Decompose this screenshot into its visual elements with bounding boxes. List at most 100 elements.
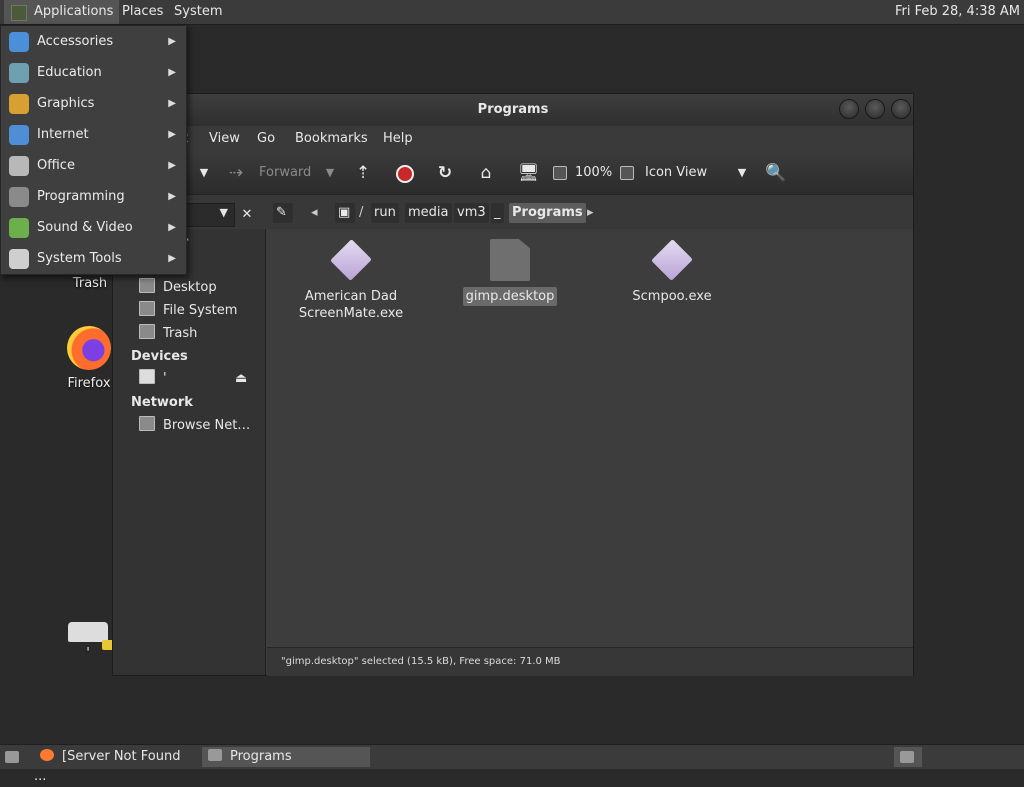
back-history-dropdown-icon[interactable]: ▼ xyxy=(195,164,213,182)
menu-item-education[interactable]: Education ▶ xyxy=(1,57,186,88)
workspace-switcher[interactable] xyxy=(894,747,922,767)
file-name: gimp.desktop xyxy=(462,287,558,306)
sidebar-item-label: Desktop xyxy=(163,280,217,295)
menu-item-programming[interactable]: Programming ▶ xyxy=(1,181,186,212)
menu-bookmarks[interactable]: Bookmarks xyxy=(295,126,368,152)
submenu-arrow-icon: ▶ xyxy=(168,67,176,78)
taskbar-programs[interactable]: Programs xyxy=(202,747,370,767)
taskbar-label: Programs xyxy=(230,749,292,764)
computer-icon[interactable]: 🖥 xyxy=(518,164,540,182)
menu-item-label: Programming xyxy=(37,189,125,204)
sidebar-item-trash[interactable]: Trash xyxy=(139,324,197,344)
distro-logo-icon xyxy=(11,5,27,21)
accessories-icon xyxy=(9,32,29,52)
education-icon xyxy=(9,63,29,83)
menu-help[interactable]: Help xyxy=(383,126,413,152)
desktop-drive[interactable]: ' xyxy=(60,616,116,661)
system-menu-button[interactable]: System xyxy=(168,0,228,24)
path-root-icon[interactable]: ▣ xyxy=(335,203,355,223)
executable-icon xyxy=(330,239,372,281)
taskbar-firefox[interactable]: [Server Not Found ... xyxy=(34,747,194,784)
taskbar-label: [Server Not Found ... xyxy=(34,749,181,784)
sidebar-item-file-system[interactable]: File System xyxy=(139,301,237,321)
reload-icon[interactable]: ↻ xyxy=(436,164,454,182)
sidebar-item-desktop[interactable]: Desktop xyxy=(139,278,217,298)
file-item[interactable]: American Dad ScreenMate.exe xyxy=(286,229,416,323)
graphics-icon xyxy=(9,94,29,114)
folder-icon xyxy=(208,749,222,761)
places-sidebar: ▼ ✕ er 3 Desktop File System Trash Devic… xyxy=(113,203,266,675)
crumb-run[interactable]: run xyxy=(371,203,399,223)
forward-history-dropdown-icon[interactable]: ▼ xyxy=(321,164,339,182)
sidebar-devices-heading: Devices xyxy=(131,349,188,364)
document-icon xyxy=(490,239,530,281)
crumb-media[interactable]: media xyxy=(405,203,452,223)
view-mode-select[interactable]: Icon View xyxy=(645,152,707,194)
submenu-arrow-icon: ▶ xyxy=(168,129,176,140)
zoom-out-icon[interactable] xyxy=(553,166,567,180)
network-icon xyxy=(139,416,155,431)
system-tools-icon xyxy=(9,249,29,269)
firefox-icon xyxy=(40,749,54,761)
file-item[interactable]: Scmpoo.exe xyxy=(607,229,737,306)
sound-video-icon xyxy=(9,218,29,238)
close-window-button[interactable] xyxy=(891,99,911,119)
crumb-vm3[interactable]: vm3 xyxy=(454,203,489,223)
path-scroll-left-icon[interactable]: ◂ xyxy=(311,203,318,223)
show-desktop-button[interactable] xyxy=(2,747,22,767)
submenu-arrow-icon: ▶ xyxy=(168,160,176,171)
menu-item-label: Education xyxy=(37,65,102,80)
menu-item-label: Accessories xyxy=(37,34,114,49)
places-menu-button[interactable]: Places xyxy=(116,0,169,24)
sidebar-item-label: Browse Net… xyxy=(163,418,251,433)
search-icon[interactable]: 🔍 xyxy=(765,164,786,182)
menu-item-accessories[interactable]: Accessories ▶ xyxy=(1,26,186,57)
menu-item-graphics[interactable]: Graphics ▶ xyxy=(1,88,186,119)
toggle-location-icon[interactable]: ✎ xyxy=(273,203,293,223)
applications-menu-button[interactable]: Applications xyxy=(4,0,120,24)
trash-icon xyxy=(139,324,155,339)
menu-item-office[interactable]: Office ▶ xyxy=(1,150,186,181)
chevron-down-icon: ▼ xyxy=(219,206,228,219)
crumb-programs[interactable]: Programs xyxy=(509,203,586,223)
top-panel: Applications Places System Fri Feb 28, 4… xyxy=(0,0,1024,25)
window-menubar: t View Go Bookmarks Help xyxy=(113,126,913,152)
view-mode-dropdown-icon[interactable]: ▼ xyxy=(733,164,751,182)
file-view[interactable]: American Dad ScreenMate.exe gimp.desktop… xyxy=(267,229,913,647)
menu-item-system-tools[interactable]: System Tools ▶ xyxy=(1,243,186,274)
forward-button[interactable]: Forward xyxy=(259,152,311,194)
maximize-button[interactable] xyxy=(865,99,885,119)
menu-item-label: Office xyxy=(37,158,75,173)
applications-label: Applications xyxy=(34,4,114,19)
menu-item-label: Internet xyxy=(37,127,89,142)
eject-icon[interactable]: ⏏ xyxy=(235,369,247,389)
menu-view[interactable]: View xyxy=(209,126,240,152)
crumb-ellipsis[interactable]: _ xyxy=(491,203,504,223)
window-titlebar[interactable]: Programs xyxy=(113,94,913,126)
firefox-icon xyxy=(67,326,111,370)
zoom-level: 100% xyxy=(575,165,613,180)
menu-item-sound-video[interactable]: Sound & Video ▶ xyxy=(1,212,186,243)
menu-go[interactable]: Go xyxy=(257,126,275,152)
stop-icon[interactable] xyxy=(396,165,414,183)
menu-item-label: Graphics xyxy=(37,96,95,111)
drive-icon xyxy=(68,622,114,650)
status-bar: "gimp.desktop" selected (15.5 kB), Free … xyxy=(267,647,913,676)
clock[interactable]: Fri Feb 28, 4:38 AM xyxy=(895,0,1020,24)
sidebar-item-device[interactable]: ' xyxy=(139,369,167,389)
menu-item-label: System Tools xyxy=(37,251,122,266)
menu-item-internet[interactable]: Internet ▶ xyxy=(1,119,186,150)
up-arrow-icon[interactable]: ⇡ xyxy=(354,164,372,182)
drive-icon xyxy=(139,369,155,384)
file-item-selected[interactable]: gimp.desktop xyxy=(445,229,575,306)
file-manager-window: Programs t View Go Bookmarks Help ▼ ⇢ Fo… xyxy=(112,93,914,676)
zoom-in-icon[interactable] xyxy=(620,166,634,180)
minimize-button[interactable] xyxy=(839,99,859,119)
path-scroll-right-icon[interactable]: ▸ xyxy=(587,203,594,223)
applications-dropdown: Accessories ▶ Education ▶ Graphics ▶ Int… xyxy=(0,25,187,275)
sidebar-item-browse-network[interactable]: Browse Net… xyxy=(139,416,250,436)
home-icon[interactable]: ⌂ xyxy=(477,164,495,182)
close-sidebar-icon[interactable]: ✕ xyxy=(237,205,257,225)
programming-icon xyxy=(9,187,29,207)
executable-icon xyxy=(651,239,693,281)
